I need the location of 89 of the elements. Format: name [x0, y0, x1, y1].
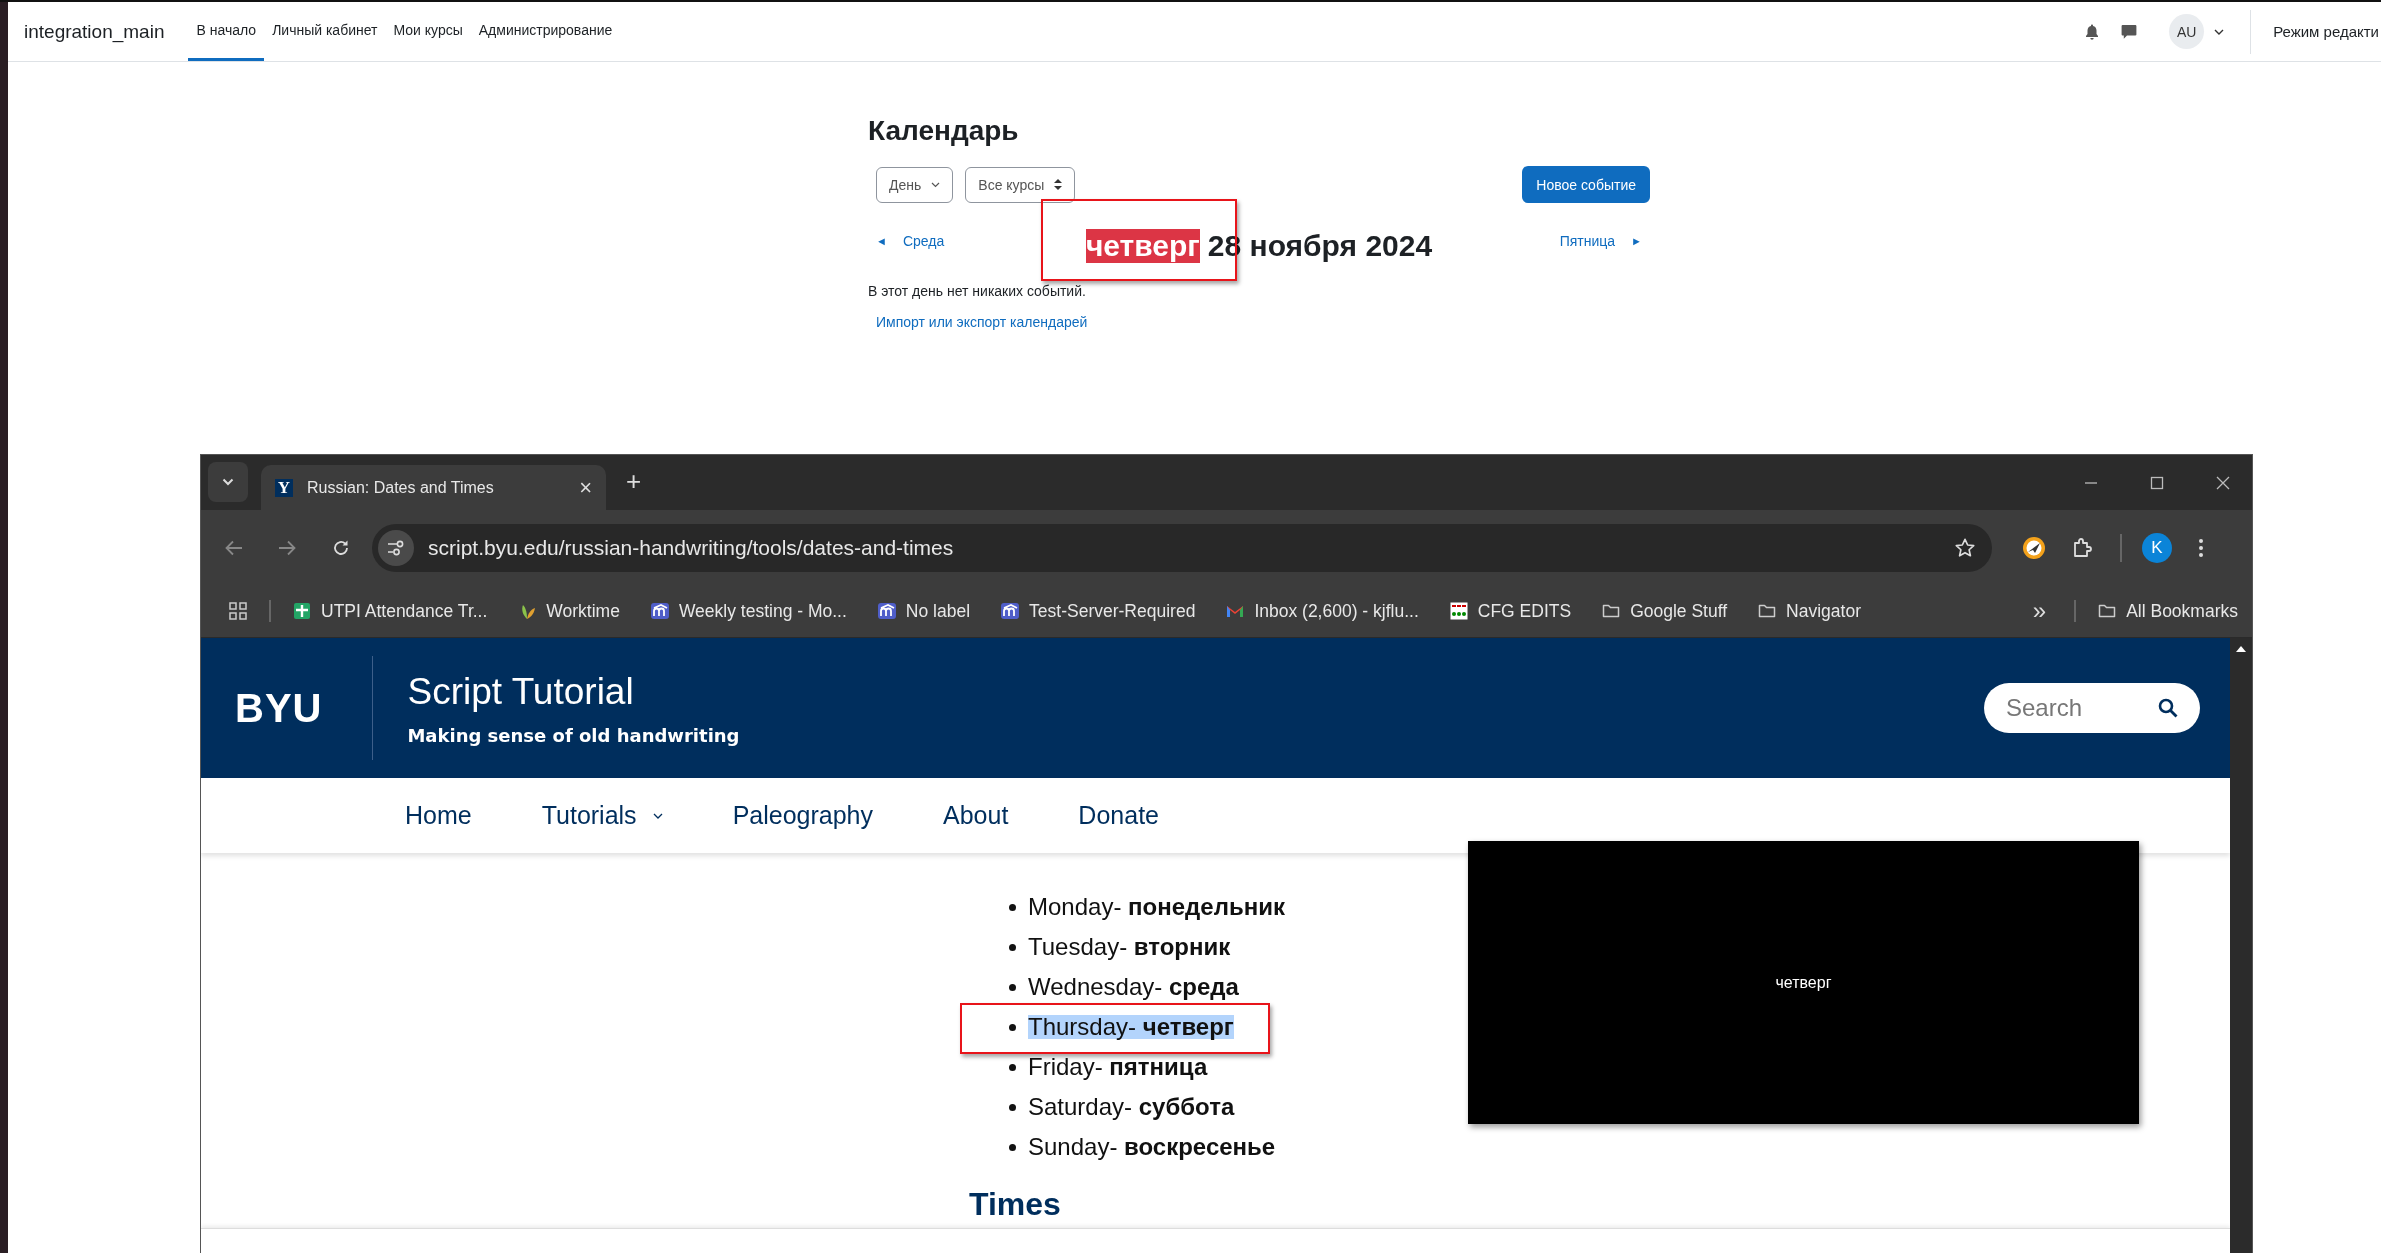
more-icon[interactable] — [2198, 537, 2204, 558]
url-text: script.byu.edu/russian-handwriting/tools/dates-and-times — [428, 535, 954, 560]
extension-icon[interactable] — [2022, 535, 2046, 560]
close-tab-button[interactable]: × — [579, 474, 592, 501]
site-title[interactable]: Script Tutorial — [407, 670, 740, 713]
new-tab-button[interactable]: + — [626, 466, 642, 497]
bullet-icon — [1009, 1103, 1016, 1111]
close-icon[interactable] — [2216, 475, 2230, 490]
bookmark-item[interactable]: UTPI Attendance Tr... — [293, 600, 488, 622]
import-export-link[interactable]: Импорт или экспорт календарей — [876, 314, 1088, 330]
bookmark-item[interactable]: Google Stuff — [1602, 600, 1728, 622]
nav-link[interactable]: About — [943, 801, 1009, 830]
forward-icon[interactable] — [278, 539, 296, 556]
video-player[interactable]: четверг — [1468, 841, 2139, 1124]
folder-icon — [1758, 602, 1777, 620]
reload-icon[interactable] — [332, 538, 350, 557]
user-avatar[interactable]: AU — [2169, 14, 2205, 49]
sheet-icon — [293, 602, 311, 620]
nav-link[interactable]: Donate — [1078, 801, 1159, 830]
nav-link[interactable]: Home — [405, 801, 472, 830]
apps-grid-icon[interactable] — [229, 602, 247, 620]
search-icon — [2158, 698, 2178, 718]
empty-message: В этот день нет никаких событий. — [868, 283, 1087, 299]
chevron-down-icon — [222, 478, 234, 486]
folder-icon — [2098, 602, 2117, 620]
list-item-text: Friday- пятница — [1028, 1055, 1208, 1079]
nav-link[interactable]: Мои курсы — [385, 2, 471, 61]
chat-icon[interactable] — [2121, 23, 2138, 40]
sort-arrows-icon — [1054, 179, 1063, 190]
profile-avatar[interactable]: K — [2142, 532, 2172, 563]
list-item-text: Sunday- воскресенье — [1028, 1135, 1276, 1159]
nav-link[interactable]: Tutorials — [541, 801, 663, 830]
bookmark-item[interactable]: CFG EDITS — [1449, 600, 1572, 622]
video-caption: четверг — [1775, 973, 1832, 992]
byu-logo[interactable]: BYU — [235, 685, 323, 731]
nav-link[interactable]: Личный кабинет — [264, 2, 386, 61]
bullet-icon — [1009, 943, 1016, 951]
bookmark-item[interactable]: Test-Server-Required — [1001, 600, 1196, 622]
new-event-button[interactable]: Новое событие — [1522, 166, 1650, 203]
nav-link[interactable]: Администрирование — [470, 2, 621, 61]
view-select[interactable]: День — [876, 166, 954, 203]
chevron-down-icon[interactable] — [2214, 28, 2225, 35]
site-info-button[interactable] — [378, 529, 414, 566]
graduation-cap-icon — [1001, 602, 1020, 620]
bookmark-item[interactable]: Inbox (2,600) - kjflu... — [1226, 600, 1419, 622]
star-icon[interactable] — [1954, 536, 1976, 559]
more-bookmarks-button[interactable]: » — [2032, 597, 2047, 625]
list-item-text: Saturday- суббота — [1028, 1095, 1235, 1119]
section-heading: Times — [969, 1187, 1062, 1223]
list-item-text: Thursday- четверг — [1028, 1015, 1234, 1039]
list-item-text: Tuesday- вторник — [1028, 935, 1231, 959]
scroll-up-icon — [2236, 646, 2246, 652]
course-select[interactable]: Все курсы — [965, 166, 1076, 203]
sliders-icon — [387, 539, 405, 556]
nav-link[interactable]: В начало — [188, 2, 265, 61]
grid-table-icon — [1449, 602, 1468, 620]
address-bar[interactable]: script.byu.edu/russian-handwriting/tools/dates-and-times — [372, 523, 1992, 572]
next-day-link[interactable]: Пятница ► — [1482, 233, 1642, 249]
favicon: Y — [275, 478, 293, 497]
folder-icon — [1602, 602, 1621, 620]
bookmark-item[interactable]: No label — [877, 600, 971, 622]
bullet-icon — [1009, 1143, 1016, 1151]
page-heading: Календарь — [868, 115, 1020, 147]
graduation-cap-icon — [650, 602, 669, 620]
bookmark-item[interactable]: Worktime — [518, 600, 620, 622]
bookmark-item[interactable]: Navigator — [1758, 600, 1861, 622]
back-icon[interactable] — [225, 539, 243, 556]
previous-day-link[interactable]: ◄ Среда — [876, 233, 1036, 249]
nav-link[interactable]: Paleography — [732, 801, 873, 830]
bullet-icon — [1009, 1063, 1016, 1071]
list-item-text: Wednesday- среда — [1028, 975, 1239, 999]
graduation-cap-icon — [877, 602, 896, 620]
list-item-text: Monday- понедельник — [1028, 895, 1285, 919]
maximize-icon[interactable] — [2150, 475, 2164, 490]
site-tagline: Making sense of old handwriting — [407, 724, 740, 746]
search-field[interactable]: Search — [1984, 683, 2200, 733]
bullet-icon — [1009, 983, 1016, 991]
bookmark-item[interactable]: Weekly testing - Mo... — [650, 600, 847, 622]
chevron-down-icon — [931, 181, 941, 188]
bullet-icon — [1009, 903, 1016, 911]
site-name[interactable]: integration_main — [24, 20, 165, 43]
scrollbar[interactable] — [2230, 638, 2252, 1253]
bullet-icon — [1009, 1023, 1016, 1031]
day-name: четверг — [1085, 229, 1200, 263]
puzzle-icon[interactable] — [2072, 536, 2094, 559]
bell-icon[interactable] — [2085, 23, 2100, 40]
browser-tab[interactable]: Y Russian: Dates and Times × — [261, 465, 606, 510]
all-bookmarks-button[interactable]: All Bookmarks — [2098, 600, 2238, 622]
edit-mode-label[interactable]: Режим редакти — [2273, 23, 2379, 40]
